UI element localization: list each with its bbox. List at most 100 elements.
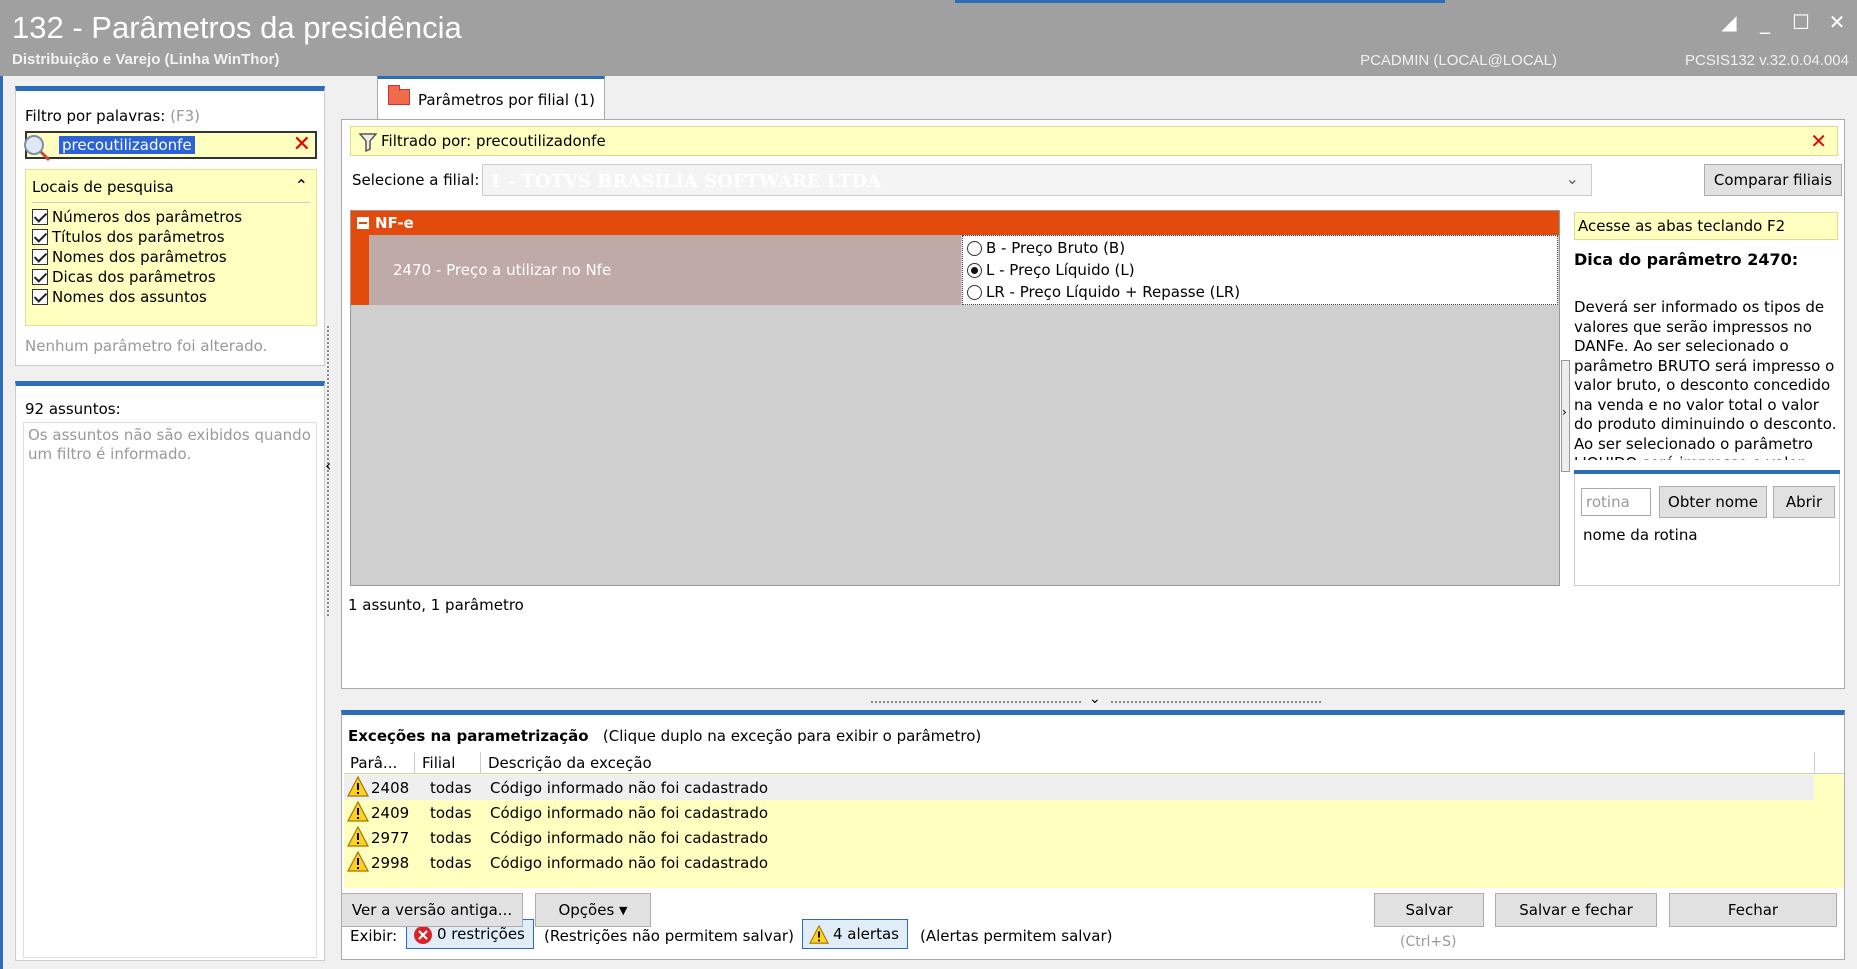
subjects-message: Os assuntos não são exibidos quando um f… [28, 426, 311, 463]
tip-text: Deverá ser informado os tipos de valores… [1574, 298, 1837, 460]
error-icon [414, 926, 432, 944]
filter-panel: Filtro por palavras: (F3) precoutilizado… [15, 86, 325, 366]
funnel-icon [359, 133, 377, 152]
window-title: 132 - Parâmetros da presidência [12, 10, 462, 45]
search-input[interactable]: precoutilizadonfe ✕ [24, 131, 317, 162]
column-description[interactable]: Descrição da exceção [488, 754, 652, 772]
tab-parametros-filial[interactable]: Parâmetros por filial (1) [377, 76, 605, 120]
rotina-input[interactable]: rotina [1581, 488, 1651, 516]
filter-shortcut: (F3) [170, 107, 201, 125]
column-param[interactable]: Parâ... [350, 754, 397, 772]
option-param-tips[interactable]: Dicas dos parâmetros [32, 266, 216, 288]
warning-icon [347, 801, 369, 822]
rotina-name-label: nome da rotina [1583, 526, 1698, 544]
option-preco-liquido[interactable]: L - Preço Líquido (L) [967, 259, 1135, 281]
chevron-down-icon: ⌄ [1565, 169, 1579, 188]
save-shortcut-hint: (Ctrl+S) [1400, 934, 1457, 950]
warning-icon [347, 776, 369, 797]
tip-title: Dica do parâmetro 2470: [1574, 250, 1799, 269]
abrir-button[interactable]: Abrir [1773, 486, 1835, 518]
option-param-titles[interactable]: Títulos dos parâmetros [32, 226, 225, 248]
chevron-down-icon[interactable]: ⌄ [1089, 691, 1101, 707]
old-version-button[interactable]: Ver a versão antiga... [341, 893, 523, 927]
save-close-button[interactable]: Salvar e fechar [1495, 893, 1657, 927]
chevron-left-icon[interactable]: ‹ [325, 456, 331, 475]
user-info: PCADMIN (LOCAL@LOCAL) [1360, 52, 1557, 69]
option-param-names[interactable]: Nomes dos parâmetros [32, 246, 227, 268]
parameter-options: B - Preço Bruto (B) L - Preço Líquido (L… [962, 235, 1558, 305]
no-change-message: Nenhum parâmetro foi alterado. [25, 337, 268, 355]
search-icon [24, 135, 51, 162]
checkbox[interactable] [32, 269, 48, 285]
close-icon[interactable]: ✕ [1827, 12, 1847, 32]
collapse-group-icon[interactable] [357, 217, 369, 229]
parameter-label[interactable]: 2470 - Preço a utilizar no Nfe [369, 235, 961, 305]
table-row[interactable]: 2409 todas Código informado não foi cada… [344, 800, 1814, 825]
option-preco-liquido-repasse[interactable]: LR - Preço Líquido + Repasse (LR) [967, 281, 1240, 303]
filial-label: Selecione a filial: [352, 171, 480, 189]
alerts-button[interactable]: 4 alertas [802, 919, 908, 949]
warning-icon [347, 851, 369, 872]
search-locations: Locais de pesquisa ⌃ Números dos parâmet… [25, 169, 317, 326]
table-row[interactable]: 2977 todas Código informado não foi cada… [344, 825, 1814, 850]
radio-button[interactable] [967, 284, 982, 300]
table-row[interactable]: 2408 todas Código informado não foi cada… [344, 775, 1814, 800]
folder-icon [388, 85, 410, 105]
tip-expander[interactable]: › [1561, 360, 1570, 472]
subjects-list[interactable]: Os assuntos não são exibidos quando um f… [23, 422, 317, 958]
column-filial[interactable]: Filial [422, 754, 455, 772]
subjects-panel: 92 assuntos: Os assuntos não são exibido… [15, 381, 325, 961]
title-bar: 132 - Parâmetros da presidência Distribu… [0, 0, 1857, 76]
tab-page: Filtrado por: precoutilizadonfe ✕ Seleci… [341, 119, 1845, 689]
exceptions-table: Parâ... Filial Descrição da exceção 2408… [344, 752, 1844, 888]
subjects-count: 92 assuntos: [25, 400, 121, 418]
option-param-numbers[interactable]: Números dos parâmetros [32, 206, 242, 228]
main-area: Filtro por palavras: (F3) precoutilizado… [0, 76, 1857, 969]
checkbox[interactable] [32, 249, 48, 265]
rotina-panel: rotina Obter nome Abrir nome da rotina [1574, 474, 1840, 586]
radio-button[interactable] [967, 240, 982, 256]
search-value: precoutilizadonfe [59, 136, 195, 154]
obter-nome-button[interactable]: Obter nome [1659, 486, 1767, 518]
maximize-icon[interactable]: ☐ [1791, 12, 1811, 32]
clear-search-icon[interactable]: ✕ [293, 133, 311, 157]
group-strip [351, 235, 369, 305]
parameter-grid: NF-e 2470 - Preço a utilizar no Nfe B - … [350, 210, 1560, 586]
table-header: Parâ... Filial Descrição da exceção [344, 752, 1844, 774]
checkbox[interactable] [32, 289, 48, 305]
window-controls: ◢ _ ☐ ✕ [1719, 12, 1847, 32]
warning-icon [809, 925, 829, 944]
option-preco-bruto[interactable]: B - Preço Bruto (B) [967, 237, 1125, 259]
restore-icon[interactable]: ◢ [1719, 12, 1739, 32]
collapse-icon[interactable]: ⌃ [295, 176, 308, 195]
alerts-hint: (Alertas permitem salvar) [920, 927, 1113, 945]
remove-filter-icon[interactable]: ✕ [1810, 129, 1827, 153]
option-subject-names[interactable]: Nomes dos assuntos [32, 286, 207, 308]
compare-filiais-button[interactable]: Comparar filiais [1704, 164, 1842, 196]
radio-button[interactable] [967, 262, 982, 278]
version-info: PCSIS132 v.32.0.04.004 [1684, 52, 1849, 69]
group-header[interactable]: NF-e [351, 211, 1559, 235]
search-locations-title: Locais de pesquisa [32, 178, 174, 196]
caret-down-icon: ▼ [619, 903, 628, 917]
restrictions-hint: (Restrições não permitem salvar) [544, 927, 794, 945]
warning-icon [347, 826, 369, 847]
exibir-label: Exibir: [350, 927, 398, 945]
checkbox[interactable] [32, 209, 48, 225]
title-accent-line [955, 0, 1445, 3]
exceptions-header: Exceções na parametrização (Clique duplo… [348, 727, 982, 745]
options-button[interactable]: Opções ▼ [535, 893, 651, 927]
divider [32, 202, 310, 203]
close-button[interactable]: Fechar [1669, 893, 1837, 927]
filter-label: Filtro por palavras: (F3) [25, 107, 201, 125]
table-row[interactable]: 2998 todas Código informado não foi cada… [344, 850, 1814, 875]
filter-status-bar: Filtrado por: precoutilizadonfe ✕ [350, 126, 1838, 156]
chevron-right-icon: › [1562, 405, 1567, 419]
minimize-icon[interactable]: _ [1755, 12, 1775, 32]
filial-select[interactable]: 1 - TOTVS BRASILIA SOFTWARE LTDA ⌄ [482, 164, 1592, 196]
vertical-splitter[interactable]: ‹ [324, 326, 334, 626]
checkbox[interactable] [32, 229, 48, 245]
save-button[interactable]: Salvar [1374, 893, 1484, 927]
horizontal-splitter[interactable]: ⌄ [871, 691, 1321, 707]
tip-access-hint: Acesse as abas teclando F2 [1574, 212, 1838, 240]
